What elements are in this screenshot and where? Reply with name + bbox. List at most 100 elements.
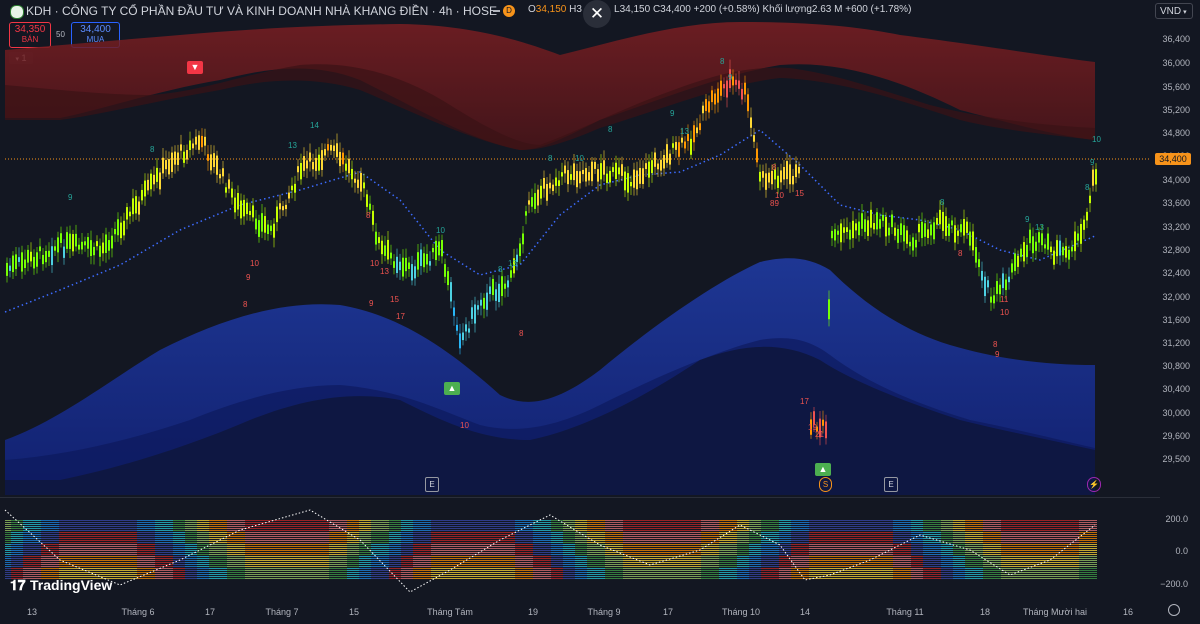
oscillator-stripe xyxy=(323,554,329,555)
oscillator-stripe xyxy=(245,542,251,543)
oscillator-stripe xyxy=(803,528,809,529)
oscillator-stripe xyxy=(839,560,845,561)
oscillator-stripe xyxy=(365,570,371,571)
oscillator-stripe xyxy=(5,566,11,567)
lightning-icon[interactable]: ⚡ xyxy=(1087,477,1101,492)
oscillator-stripe xyxy=(767,548,773,549)
candle xyxy=(249,210,251,215)
earnings-event-icon-2[interactable]: E xyxy=(884,477,898,492)
candle xyxy=(912,237,914,251)
oscillator-stripe xyxy=(11,524,17,525)
oscillator-pane[interactable] xyxy=(0,498,1150,598)
price-axis[interactable]: 36,40036,00035,60035,20034,80034,40034,0… xyxy=(1153,28,1200,498)
oscillator-stripe xyxy=(707,562,713,563)
oscillator-stripe xyxy=(581,560,587,561)
oscillator-stripe xyxy=(575,558,581,559)
oscillator-stripe xyxy=(515,520,521,521)
oscillator-stripe xyxy=(245,560,251,561)
currency-select[interactable]: VND ▾ xyxy=(1155,3,1193,19)
buy-signal-icon-2[interactable]: ▲ xyxy=(815,463,831,476)
earnings-event-icon[interactable]: E xyxy=(425,477,439,492)
oscillator-stripe xyxy=(743,540,749,541)
oscillator-stripe xyxy=(653,550,659,551)
oscillator-stripe xyxy=(617,522,623,523)
oscillator-stripe xyxy=(437,536,443,537)
oscillator-stripe xyxy=(335,572,341,573)
candle xyxy=(1011,263,1013,273)
oscillator-stripe xyxy=(557,574,563,575)
oscillator-stripe xyxy=(395,574,401,575)
oscillator-stripe xyxy=(509,554,515,555)
symbol-title[interactable]: KDH · CÔNG TY CỔ PHẦN ĐẦU TƯ VÀ KINH DOA… xyxy=(26,4,497,18)
candle xyxy=(345,163,347,171)
candle xyxy=(840,223,842,243)
minus-icon[interactable] xyxy=(493,10,500,12)
oscillator-stripe xyxy=(707,574,713,575)
oscillator-stripe xyxy=(161,570,167,571)
oscillator-stripe xyxy=(101,530,107,531)
price-chart[interactable]: 8 9 13 14 10 9 8 8 10 13 15 17 9 10 10 8… xyxy=(0,22,1150,498)
split-event-icon[interactable]: S xyxy=(819,477,832,492)
oscillator-stripe xyxy=(545,566,551,567)
oscillator-stripe xyxy=(443,544,449,545)
sell-signal-icon[interactable]: ▼ xyxy=(187,61,203,74)
oscillator-stripe xyxy=(275,530,281,531)
oscillator-stripe xyxy=(569,558,575,559)
oscillator-stripe xyxy=(383,572,389,573)
oscillator-stripe xyxy=(257,520,263,521)
oscillator-stripe xyxy=(689,578,695,579)
candle xyxy=(654,152,656,167)
candle xyxy=(660,159,662,171)
oscillator-stripe xyxy=(683,560,689,561)
oscillator-stripe xyxy=(659,564,665,565)
oscillator-stripe xyxy=(479,546,485,547)
oscillator-stripe xyxy=(5,560,11,561)
oscillator-stripe xyxy=(521,578,527,579)
oscillator-stripe xyxy=(521,548,527,549)
oscillator-stripe xyxy=(341,534,347,535)
oscillator-stripe xyxy=(461,524,467,525)
oscillator-stripe xyxy=(449,530,455,531)
oscillator-stripe xyxy=(569,530,575,531)
oscillator-stripe xyxy=(47,526,53,527)
oscillator-stripe xyxy=(269,538,275,539)
oscillator-stripe xyxy=(821,530,827,531)
oscillator-stripe xyxy=(431,560,437,561)
oscillator-stripe xyxy=(749,524,755,525)
oscillator-stripe xyxy=(83,572,89,573)
oscillator-stripe xyxy=(389,574,395,575)
oscillator-stripe xyxy=(647,558,653,559)
oscillator-stripe xyxy=(11,534,17,535)
oscillator-stripe xyxy=(173,570,179,571)
oscillator-stripe xyxy=(701,578,707,579)
oscillator-stripe xyxy=(65,534,71,535)
oscillator-stripe xyxy=(593,532,599,533)
oscillator-stripe xyxy=(725,542,731,543)
oscillator-stripe xyxy=(419,538,425,539)
oscillator-stripe xyxy=(677,552,683,553)
oscillator-stripe xyxy=(227,550,233,551)
oscillator-stripe xyxy=(71,536,77,537)
oscillator-stripe xyxy=(353,576,359,577)
oscillator-stripe xyxy=(143,546,149,547)
oscillator-stripe xyxy=(401,550,407,551)
oscillator-stripe xyxy=(689,566,695,567)
oscillator-stripe xyxy=(839,540,845,541)
oscillator-stripe xyxy=(473,526,479,527)
oscillator-stripe xyxy=(443,542,449,543)
oscillator-stripe xyxy=(83,544,89,545)
oscillator-stripe xyxy=(683,522,689,523)
oscillator-stripe xyxy=(65,546,71,547)
oscillator-stripe xyxy=(287,544,293,545)
buy-signal-icon[interactable]: ▲ xyxy=(444,382,460,395)
oscillator-stripe xyxy=(23,554,29,555)
oscillator-stripe xyxy=(491,530,497,531)
oscillator-stripe xyxy=(11,560,17,561)
oscillator-stripe xyxy=(407,536,413,537)
oscillator-stripe xyxy=(329,538,335,539)
oscillator-stripe xyxy=(575,526,581,527)
oscillator-stripe xyxy=(467,536,473,537)
oscillator-stripe xyxy=(131,570,137,571)
oscillator-stripe xyxy=(311,542,317,543)
oscillator-stripe xyxy=(371,558,377,559)
